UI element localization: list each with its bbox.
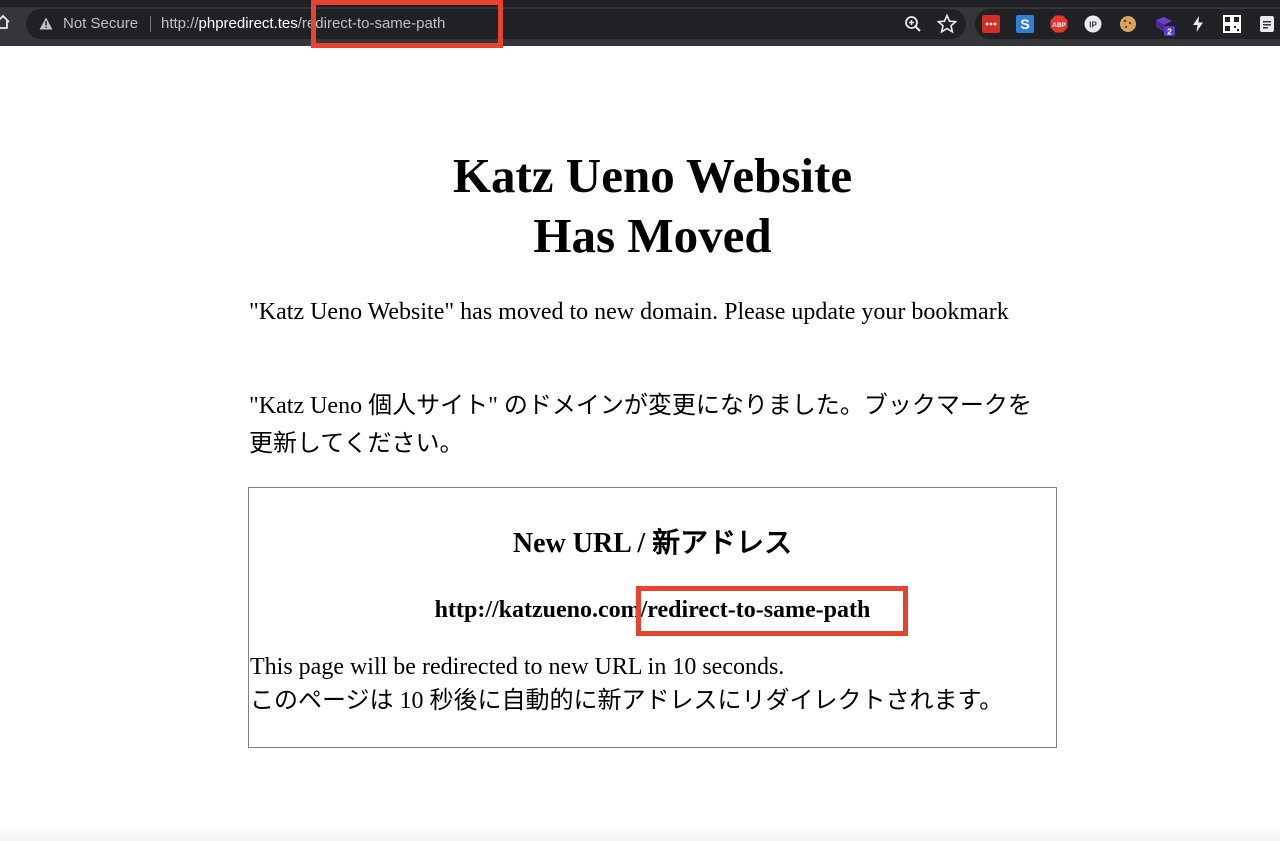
page-title: Katz Ueno Website Has Moved <box>0 146 1280 266</box>
extensions-area: S ABP IP 2 <box>975 9 1280 39</box>
svg-text:2: 2 <box>1167 27 1172 37</box>
bookmark-star-icon[interactable] <box>937 14 957 34</box>
badge-extension-icon[interactable]: 2 <box>1154 15 1175 37</box>
bolt-icon[interactable] <box>1189 15 1207 33</box>
notice-english: "Katz Ueno Website" has moved to new dom… <box>249 299 1009 325</box>
document-icon[interactable] <box>1258 15 1276 33</box>
qr-code-icon[interactable] <box>1223 15 1241 33</box>
new-url-base: http://katzueno.com <box>434 597 641 623</box>
svg-text:ABP: ABP <box>1052 22 1066 29</box>
title-line-1: Katz Ueno Website <box>452 148 853 203</box>
security-label[interactable]: Not Secure <box>63 15 138 32</box>
svg-text:IP: IP <box>1089 21 1097 30</box>
ip-extension-icon[interactable]: IP <box>1084 15 1102 33</box>
bottom-edge <box>0 826 1280 841</box>
adblock-plus-icon[interactable]: ABP <box>1050 15 1068 33</box>
url-path-highlight <box>311 0 503 48</box>
tab-strip-edge <box>0 0 1280 7</box>
home-icon[interactable] <box>0 14 10 30</box>
new-url-heading: New URL / 新アドレス <box>512 528 793 559</box>
lastpass-icon[interactable] <box>982 15 1000 33</box>
cookie-icon[interactable] <box>1119 15 1137 33</box>
notice-japanese: "Katz Ueno 個人サイト" のドメインが変更になりました。ブックマークを… <box>249 393 1032 457</box>
svg-text:S: S <box>1020 16 1029 32</box>
new-url-path-highlight <box>636 586 908 636</box>
omnibox-divider <box>150 16 151 32</box>
title-line-2: Has Moved <box>533 208 772 263</box>
redirect-notice-english: This page will be redirected to new URL … <box>250 654 785 680</box>
url-scheme: http:// <box>161 15 199 32</box>
warning-icon[interactable] <box>39 17 53 30</box>
s-extension-icon[interactable]: S <box>1016 15 1034 33</box>
zoom-icon[interactable] <box>904 15 922 33</box>
redirect-notice-japanese: このページは 10 秒後に自動的に新アドレスにリダイレクトされます。 <box>250 688 1004 714</box>
url-host: phpredirect.tes <box>198 15 298 32</box>
browser-toolbar: Not Secure http://phpredirect.tes/redire… <box>0 0 1280 46</box>
